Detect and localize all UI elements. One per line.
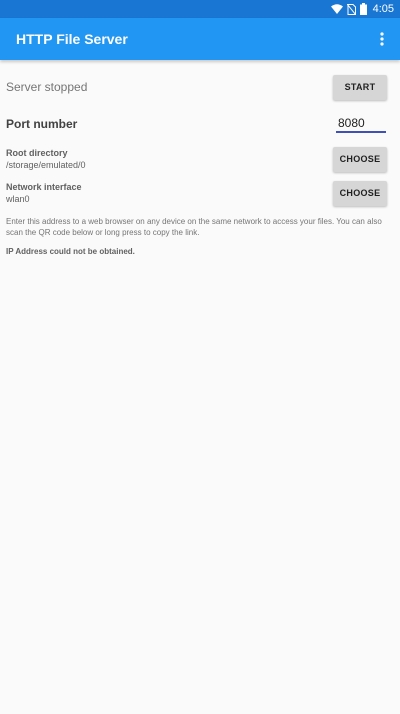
port-row: Port number 8080 [6, 108, 388, 140]
network-interface-row: Network interface wlan0 CHOOSE [6, 178, 388, 208]
more-vert-icon[interactable] [374, 27, 390, 51]
root-directory-label: Root directory [6, 148, 68, 158]
root-directory-value: /storage/emulated/0 [6, 160, 86, 170]
app-bar: HTTP File Server [0, 18, 400, 60]
root-directory-text: Root directory /storage/emulated/0 [6, 147, 86, 171]
app-title: HTTP File Server [16, 31, 128, 47]
status-bar: 4:05 [0, 0, 400, 18]
battery-icon [359, 3, 367, 15]
server-status: Server stopped [6, 80, 88, 94]
port-input[interactable]: 8080 [336, 116, 386, 133]
network-interface-value: wlan0 [6, 194, 30, 204]
network-interface-label: Network interface [6, 182, 82, 192]
start-button[interactable]: START [333, 74, 387, 100]
root-directory-row: Root directory /storage/emulated/0 CHOOS… [6, 144, 388, 174]
no-sim-icon [346, 3, 356, 15]
choose-network-interface-button[interactable]: CHOOSE [333, 180, 387, 206]
status-time: 4:05 [372, 3, 394, 15]
choose-root-directory-button[interactable]: CHOOSE [333, 146, 387, 172]
ip-address-text[interactable]: IP Address could not be obtained. [6, 247, 388, 256]
network-interface-text: Network interface wlan0 [6, 181, 82, 205]
main-content: Server stopped START Port number 8080 Ro… [0, 70, 400, 256]
wifi-icon [330, 4, 343, 14]
help-text: Enter this address to a web browser on a… [6, 217, 382, 237]
port-label: Port number [6, 117, 78, 131]
server-row: Server stopped START [6, 70, 388, 104]
